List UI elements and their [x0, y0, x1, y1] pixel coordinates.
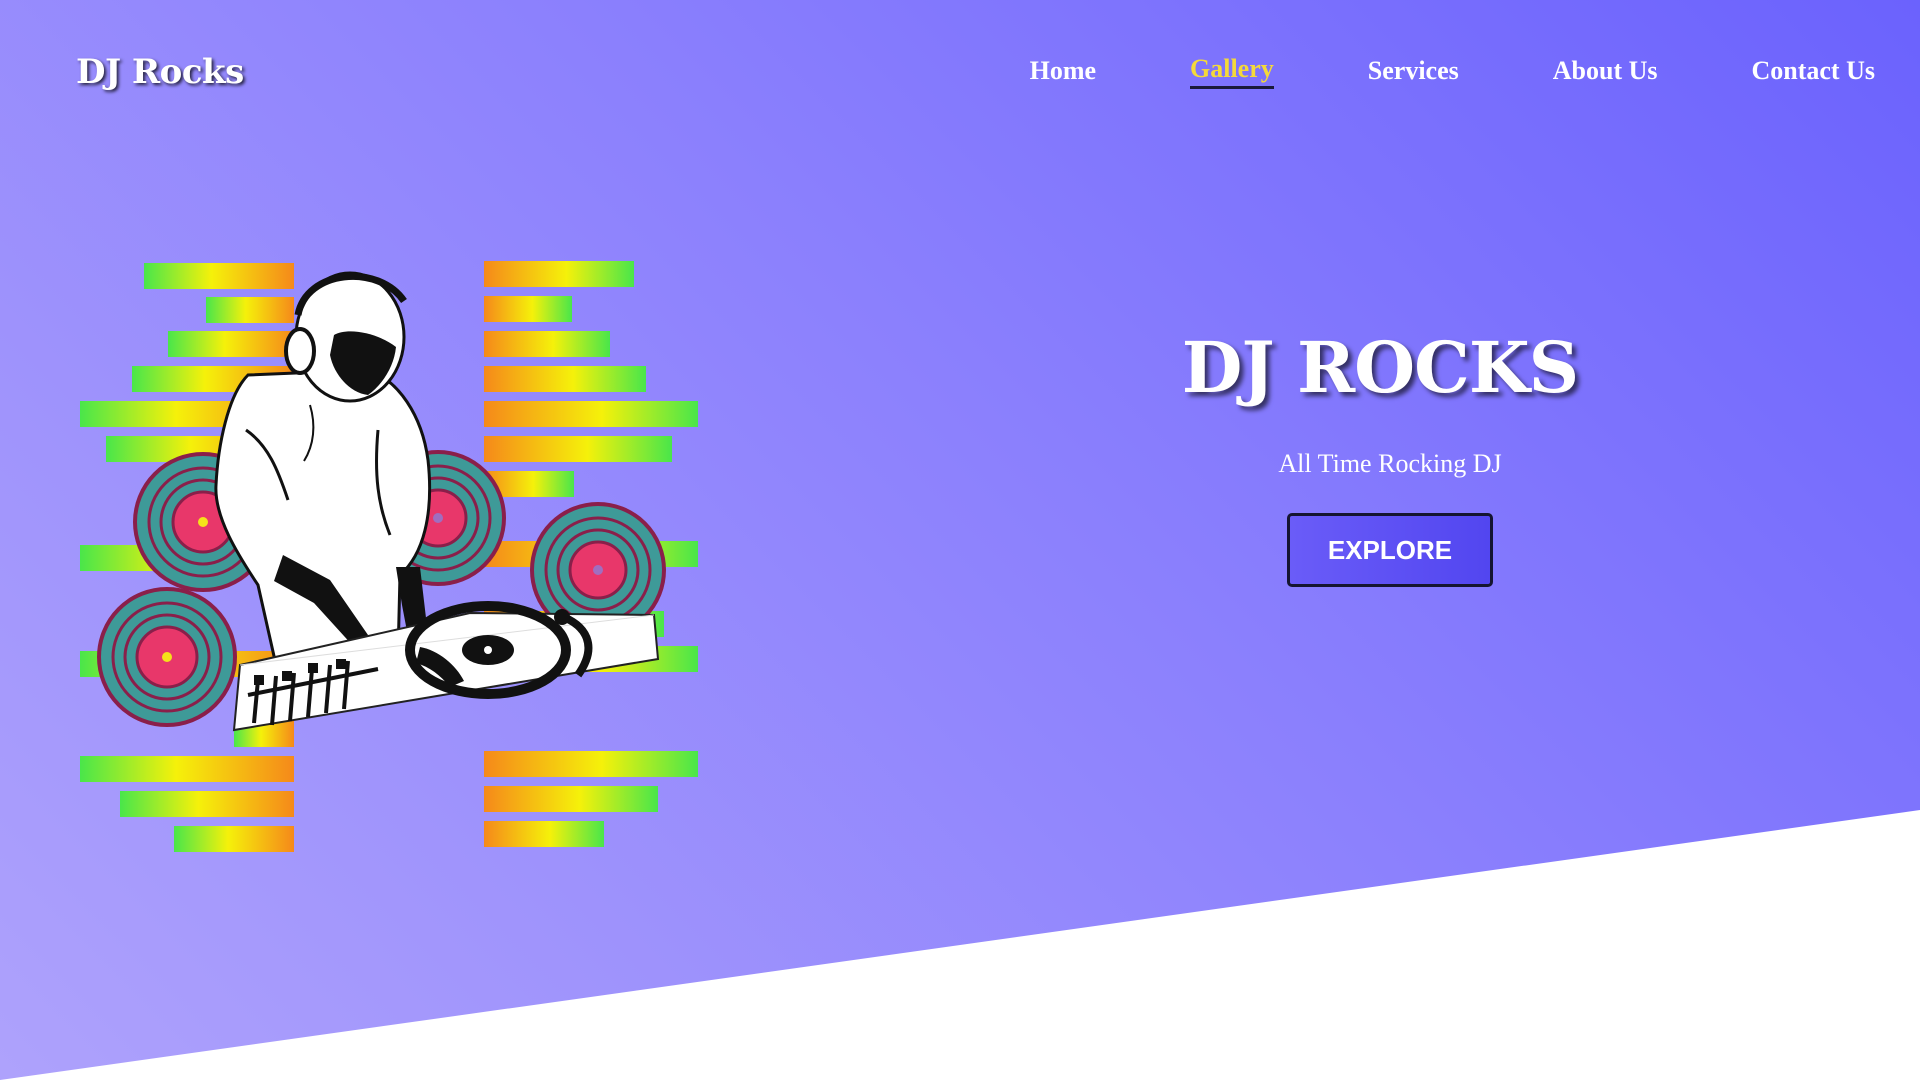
hero-content: DJ ROCKS All Time Rocking DJ EXPLORE [1182, 326, 1590, 587]
explore-button[interactable]: EXPLORE [1287, 513, 1493, 587]
nav-item-contact-us[interactable]: Contact Us [1752, 56, 1876, 88]
site-logo[interactable]: DJ Rocks [76, 52, 244, 92]
dj-illustration [80, 261, 698, 852]
nav-item-services[interactable]: Services [1368, 56, 1459, 88]
hero-title: DJ ROCKS [1181, 326, 1579, 409]
main-nav: Home Gallery Services About Us Contact U… [1030, 54, 1876, 89]
nav-item-home[interactable]: Home [1030, 56, 1096, 88]
nav-item-about-us[interactable]: About Us [1553, 56, 1658, 88]
hero-subtitle: All Time Rocking DJ [1278, 449, 1502, 478]
page: DJ Rocks Home Gallery Services About Us … [0, 0, 1920, 1080]
nav-item-gallery[interactable]: Gallery [1190, 54, 1274, 89]
